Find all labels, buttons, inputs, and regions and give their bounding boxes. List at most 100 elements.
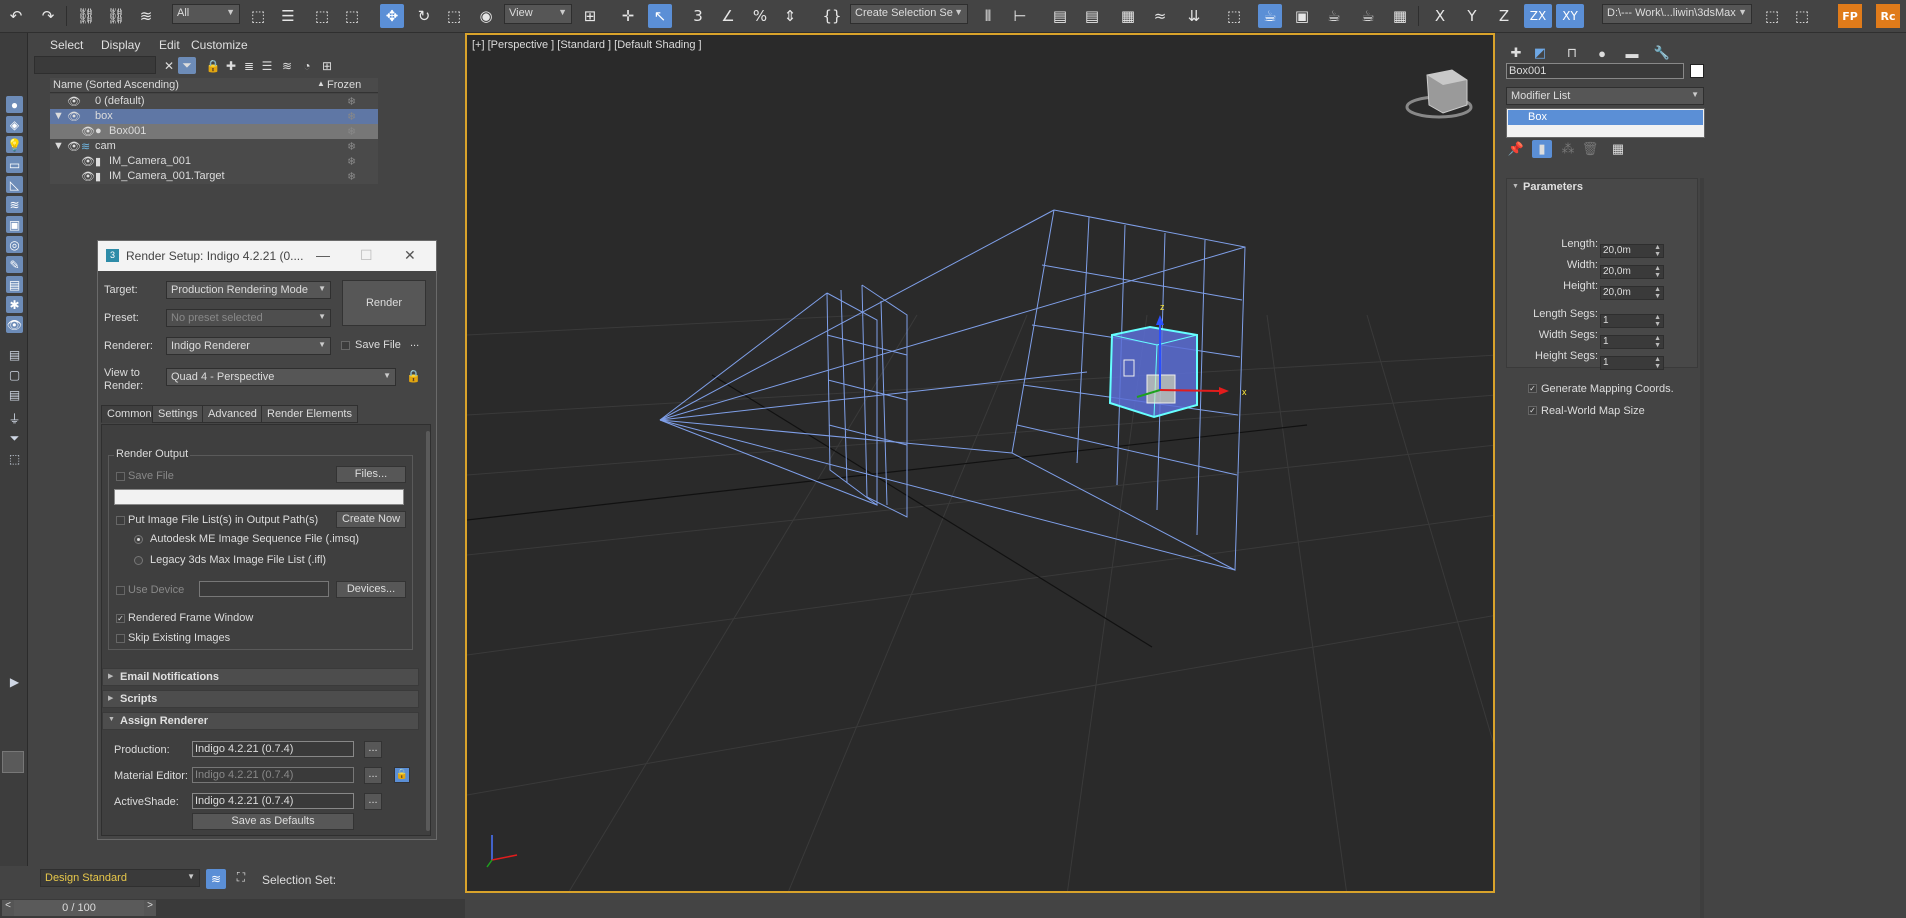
- lock-view-icon[interactable]: 🔒: [406, 369, 421, 383]
- spacewarps-filter-icon[interactable]: ≋: [6, 196, 23, 213]
- schematic-view-icon[interactable]: ⇊: [1182, 4, 1206, 28]
- save-file-checkbox[interactable]: [341, 341, 350, 350]
- invert-display-icon[interactable]: ▤: [6, 386, 23, 403]
- hierarchy-tab-icon[interactable]: ⊓: [1562, 44, 1582, 62]
- frozen-filter-icon[interactable]: ✱: [6, 296, 23, 313]
- column-name[interactable]: Name (Sorted Ascending): [53, 79, 179, 91]
- geometry-filter-icon[interactable]: ●: [6, 96, 23, 113]
- selection-set-icon[interactable]: ⛶: [232, 870, 250, 888]
- assign-production-field[interactable]: Indigo 4.2.21 (0.7.4): [192, 741, 354, 757]
- modifier-list-dropdown[interactable]: Modifier List ▼: [1506, 87, 1704, 105]
- bones-filter-icon[interactable]: ✎: [6, 256, 23, 273]
- window-crossing-icon[interactable]: ⬚: [340, 4, 364, 28]
- selection-set-icon[interactable]: ⬚: [6, 450, 23, 467]
- axis-y-button[interactable]: Y: [1460, 4, 1484, 28]
- align-icon[interactable]: ⊢: [1008, 4, 1032, 28]
- remove-modifier-icon[interactable]: 🗑: [1580, 140, 1600, 158]
- maximize-icon[interactable]: ☐: [360, 247, 373, 264]
- select-by-name-icon[interactable]: ☰: [276, 4, 300, 28]
- mirror-icon[interactable]: ⫴: [976, 4, 1000, 28]
- spinner-arrows-icon[interactable]: ▲ ▼: [1654, 314, 1661, 328]
- spinner-arrows-icon[interactable]: ▲ ▼: [1654, 335, 1661, 349]
- target-dropdown[interactable]: Production Rendering Mode ▼: [166, 281, 331, 299]
- width-spinner[interactable]: 20,0m ▲ ▼: [1600, 265, 1664, 279]
- close-icon[interactable]: ✕: [404, 247, 416, 264]
- select-rotate-icon[interactable]: ↻: [412, 4, 436, 28]
- panel-scrollbar[interactable]: [426, 431, 430, 831]
- height-spinner[interactable]: 20,0m ▲ ▼: [1600, 286, 1664, 300]
- viewport-swatch[interactable]: [2, 751, 24, 773]
- axis-zx-button[interactable]: ZX: [1524, 4, 1552, 28]
- reference-coord-dropdown[interactable]: View ▼: [504, 4, 572, 24]
- layer-toggle-icon[interactable]: ≋: [206, 869, 226, 889]
- render-button[interactable]: Render: [342, 280, 426, 326]
- ifl-radio[interactable]: [134, 556, 143, 565]
- modify-tab-icon[interactable]: ◩: [1530, 44, 1550, 62]
- command-panel-scrollbar[interactable]: [1700, 178, 1704, 918]
- hierarchy-icon[interactable]: ⊞: [318, 57, 336, 74]
- select-manipulate-icon[interactable]: ✛: [616, 4, 640, 28]
- cameras-filter-icon[interactable]: ▭: [6, 156, 23, 173]
- material-editor-icon[interactable]: ⬚: [1222, 4, 1246, 28]
- object-name-field[interactable]: Box001: [1506, 63, 1684, 79]
- show-end-result-icon[interactable]: ▮: [1532, 140, 1552, 158]
- snowflake-icon[interactable]: ❄: [347, 95, 356, 108]
- hidden-filter-icon[interactable]: 👁: [6, 316, 23, 333]
- explorer-row[interactable]: ▼ 👁 ≋ cam ❄: [50, 139, 378, 154]
- link-icon[interactable]: ⛓: [74, 4, 98, 28]
- time-prev-icon[interactable]: <: [2, 900, 14, 916]
- unlink-icon[interactable]: ⛓: [104, 4, 128, 28]
- explorer-row[interactable]: ▼ 👁 box ❄: [50, 109, 378, 124]
- eye-icon[interactable]: 👁: [67, 140, 81, 153]
- collapse-arrow-icon[interactable]: ▼: [53, 140, 64, 152]
- filter-icon[interactable]: ⏚: [6, 410, 23, 427]
- stack-item-box[interactable]: Box: [1508, 110, 1703, 125]
- camera-filter-icon[interactable]: ◔: [298, 57, 316, 74]
- dialog-title-bar[interactable]: 3 Render Setup: Indigo 4.2.21 (0.... — ☐…: [98, 241, 436, 271]
- rect-selection-icon[interactable]: ⬚: [310, 4, 334, 28]
- box001-object[interactable]: [1108, 315, 1229, 419]
- pivot-center-icon[interactable]: ⊞: [578, 4, 602, 28]
- view-to-render-dropdown[interactable]: Quad 4 - Perspective ▼: [166, 368, 396, 386]
- create-tab-icon[interactable]: ✚: [1506, 44, 1526, 62]
- render-cloud-icon[interactable]: ▦: [1388, 4, 1412, 28]
- axis-z-button[interactable]: Z: [1492, 4, 1516, 28]
- spinner-arrows-icon[interactable]: ▲ ▼: [1654, 244, 1661, 258]
- placement-icon[interactable]: ◉: [474, 4, 498, 28]
- redo-icon[interactable]: ↷: [36, 4, 60, 28]
- explorer-row[interactable]: 👁 ▮ IM_Camera_001.Target ❄: [50, 169, 378, 184]
- tab-common[interactable]: Common: [101, 405, 158, 423]
- devices-button[interactable]: Devices...: [336, 581, 406, 598]
- rollout-scripts[interactable]: ▶ Scripts: [102, 690, 419, 708]
- spinner-arrows-icon[interactable]: ▲ ▼: [1654, 265, 1661, 279]
- project-folder-dropdown[interactable]: D:\--- Work\...liwin\3dsMax ▼: [1602, 4, 1752, 24]
- eye-icon[interactable]: 👁: [67, 95, 81, 108]
- render-production-icon[interactable]: ☕: [1322, 4, 1346, 28]
- rc-plugin-button[interactable]: Rc: [1876, 4, 1900, 28]
- height-segs-spinner[interactable]: 1 ▲ ▼: [1600, 356, 1664, 370]
- spinner-arrows-icon[interactable]: ▲ ▼: [1654, 286, 1661, 300]
- eye-icon[interactable]: 👁: [81, 170, 95, 183]
- time-slider-track[interactable]: < 0 / 100 >: [0, 899, 465, 918]
- renderer-dropdown[interactable]: Indigo Renderer ▼: [166, 337, 331, 355]
- clear-search-icon[interactable]: ✕: [160, 57, 178, 74]
- rendered-frame-icon[interactable]: ▣: [1290, 4, 1314, 28]
- eye-icon[interactable]: 👁: [67, 110, 81, 123]
- imsq-radio[interactable]: [134, 535, 143, 544]
- output-path-field[interactable]: [114, 489, 404, 505]
- axis-x-button[interactable]: X: [1428, 4, 1452, 28]
- length-segs-spinner[interactable]: 1 ▲ ▼: [1600, 314, 1664, 328]
- xrefs-filter-icon[interactable]: ◎: [6, 236, 23, 253]
- edit-named-selection-icon[interactable]: {}: [820, 4, 844, 28]
- create-now-button[interactable]: Create Now: [336, 511, 406, 528]
- skip-existing-checkbox[interactable]: [116, 634, 125, 643]
- layers-icon[interactable]: ≣: [240, 57, 258, 74]
- shapes-filter-icon[interactable]: ◈: [6, 116, 23, 133]
- perspective-viewport[interactable]: z x [+] [Perspective ] [Standard ] [Defa…: [465, 33, 1495, 893]
- rendered-frame-checkbox[interactable]: ✓: [116, 614, 125, 623]
- scene-explorer-icon[interactable]: ▤: [1048, 4, 1072, 28]
- save-file-more-button[interactable]: ...: [410, 337, 419, 349]
- explorer-row[interactable]: 👁 ● Box001 ❄: [50, 124, 378, 139]
- real-world-checkbox[interactable]: ✓: [1528, 406, 1537, 415]
- viewport-layout-icon[interactable]: ⬚: [1790, 4, 1814, 28]
